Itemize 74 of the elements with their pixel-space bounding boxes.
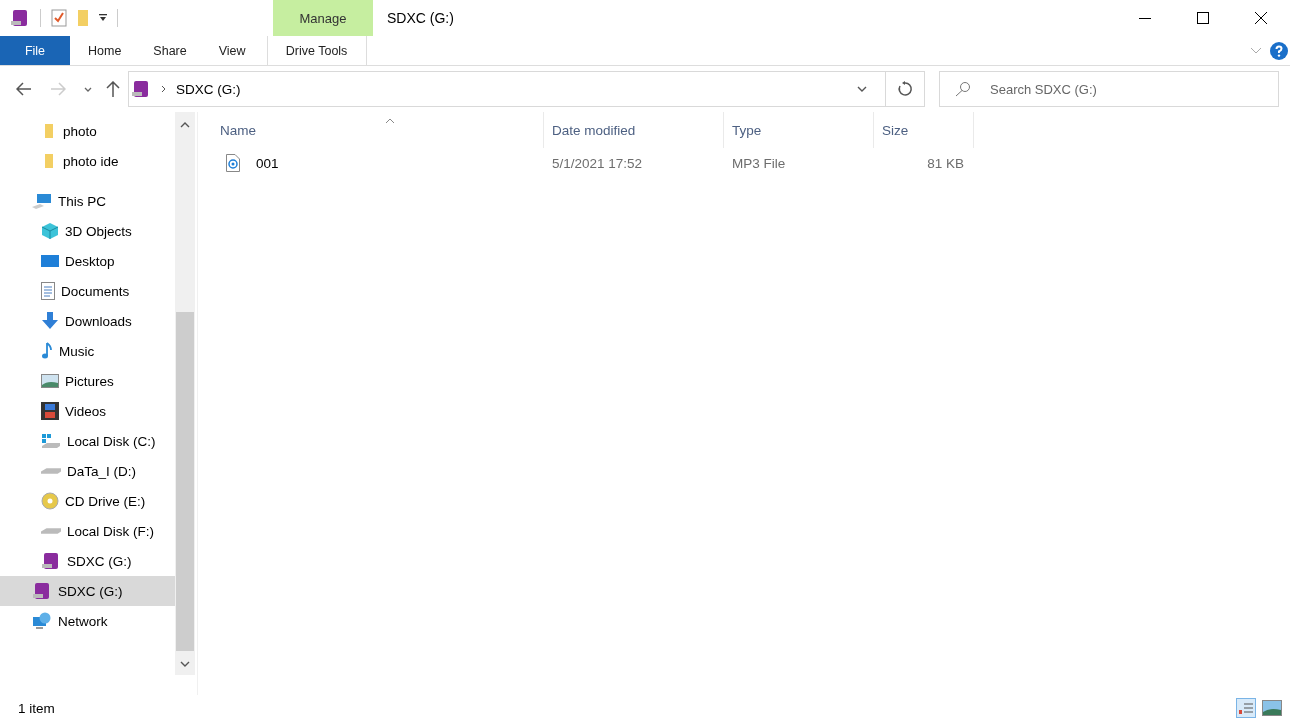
search-icon bbox=[955, 81, 971, 97]
sidebar-item[interactable]: Network bbox=[0, 606, 175, 636]
ribbon-tab[interactable]: File bbox=[0, 36, 70, 65]
disc-icon bbox=[41, 492, 59, 510]
column-header[interactable]: Date modified bbox=[544, 112, 724, 148]
ribbon-tab[interactable]: View bbox=[202, 36, 262, 65]
sidebar-item[interactable]: SDXC (G:) bbox=[0, 576, 175, 606]
sidebar-item[interactable]: This PC bbox=[0, 186, 175, 216]
ribbon-tab[interactable]: Home bbox=[72, 36, 138, 65]
sidebar-item[interactable]: SDXC (G:) bbox=[0, 546, 175, 576]
network-icon bbox=[32, 612, 52, 630]
item-count: 1 item bbox=[18, 700, 55, 716]
refresh-icon[interactable] bbox=[897, 81, 913, 97]
drive-icon bbox=[41, 433, 61, 449]
file-name[interactable]: 001 bbox=[256, 155, 279, 171]
sidebar-item[interactable]: Music bbox=[0, 336, 175, 366]
computer-icon bbox=[32, 193, 52, 209]
column-header[interactable]: Size bbox=[874, 112, 974, 148]
sidebar-item[interactable]: photo ide bbox=[0, 146, 175, 176]
sd-card-icon[interactable] bbox=[10, 8, 30, 28]
ribbon-tab[interactable]: Drive Tools bbox=[266, 36, 367, 65]
sidebar-item[interactable]: Local Disk (C:) bbox=[0, 426, 175, 456]
drive-icon bbox=[41, 528, 61, 534]
search-field[interactable]: Search SDXC (G:) bbox=[939, 71, 1279, 107]
sidebar-item[interactable]: Downloads bbox=[0, 306, 175, 336]
maximize-icon[interactable] bbox=[1197, 12, 1209, 24]
window-title: SDXC (G:) bbox=[386, 9, 454, 28]
film-strip-icon bbox=[41, 402, 59, 420]
scroll-down-icon[interactable] bbox=[180, 661, 190, 667]
sidebar-item[interactable]: Local Disk (F:) bbox=[0, 516, 175, 546]
sidebar-item[interactable]: Desktop bbox=[0, 246, 175, 276]
date-cell: 5/1/2021 17:52 bbox=[552, 155, 643, 171]
column-header[interactable]: Type bbox=[724, 112, 874, 148]
audio-file-icon bbox=[226, 154, 240, 172]
address-path[interactable]: SDXC (G:) bbox=[176, 81, 241, 97]
ribbon-tab[interactable]: Share bbox=[137, 36, 203, 65]
music-note-icon bbox=[41, 342, 53, 360]
type-cell: MP3 File bbox=[732, 155, 786, 171]
sidebar-item[interactable]: Pictures bbox=[0, 366, 175, 396]
chevron-right-icon[interactable] bbox=[161, 85, 166, 93]
cube-icon bbox=[41, 222, 59, 240]
large-icons-view-icon[interactable] bbox=[1262, 700, 1282, 716]
sd-card-icon bbox=[131, 79, 151, 99]
dropdown-icon[interactable] bbox=[99, 14, 107, 22]
sidebar-item[interactable]: CD Drive (E:) bbox=[0, 486, 175, 516]
close-icon[interactable] bbox=[1255, 12, 1267, 24]
scrollbar-thumb[interactable] bbox=[176, 312, 194, 651]
sidebar-item[interactable]: DaTa_I (D:) bbox=[0, 456, 175, 486]
sidebar-item[interactable]: Documents bbox=[0, 276, 175, 306]
address-dropdown-icon[interactable] bbox=[857, 86, 867, 92]
landscape-picture-icon bbox=[41, 374, 59, 388]
sd-card-icon bbox=[41, 551, 61, 571]
down-arrow-icon bbox=[41, 312, 59, 330]
sidebar-item[interactable]: 3D Objects bbox=[0, 216, 175, 246]
desktop-icon bbox=[41, 254, 59, 268]
sort-caret-icon bbox=[385, 118, 395, 124]
size-cell: 81 KB bbox=[927, 155, 964, 171]
recent-dropdown-icon[interactable] bbox=[84, 86, 92, 92]
column-header[interactable]: Name bbox=[212, 112, 544, 148]
document-icon bbox=[41, 282, 55, 300]
scroll-up-icon[interactable] bbox=[180, 122, 190, 128]
sidebar-item[interactable]: photo bbox=[0, 116, 175, 146]
drive-icon bbox=[41, 468, 61, 474]
help-icon[interactable] bbox=[1270, 41, 1288, 60]
sidebar-item[interactable]: Videos bbox=[0, 396, 175, 426]
sd-card-icon bbox=[32, 581, 52, 601]
manage-context-label: Manage bbox=[299, 10, 347, 26]
up-arrow-icon[interactable] bbox=[106, 81, 120, 97]
address-bar[interactable]: SDXC (G:) bbox=[128, 71, 925, 107]
back-arrow-icon[interactable] bbox=[16, 82, 32, 96]
scrollbar[interactable] bbox=[175, 112, 195, 675]
checklist-icon[interactable] bbox=[51, 9, 67, 27]
details-view-icon[interactable] bbox=[1236, 698, 1256, 718]
minimize-icon[interactable] bbox=[1139, 17, 1151, 19]
